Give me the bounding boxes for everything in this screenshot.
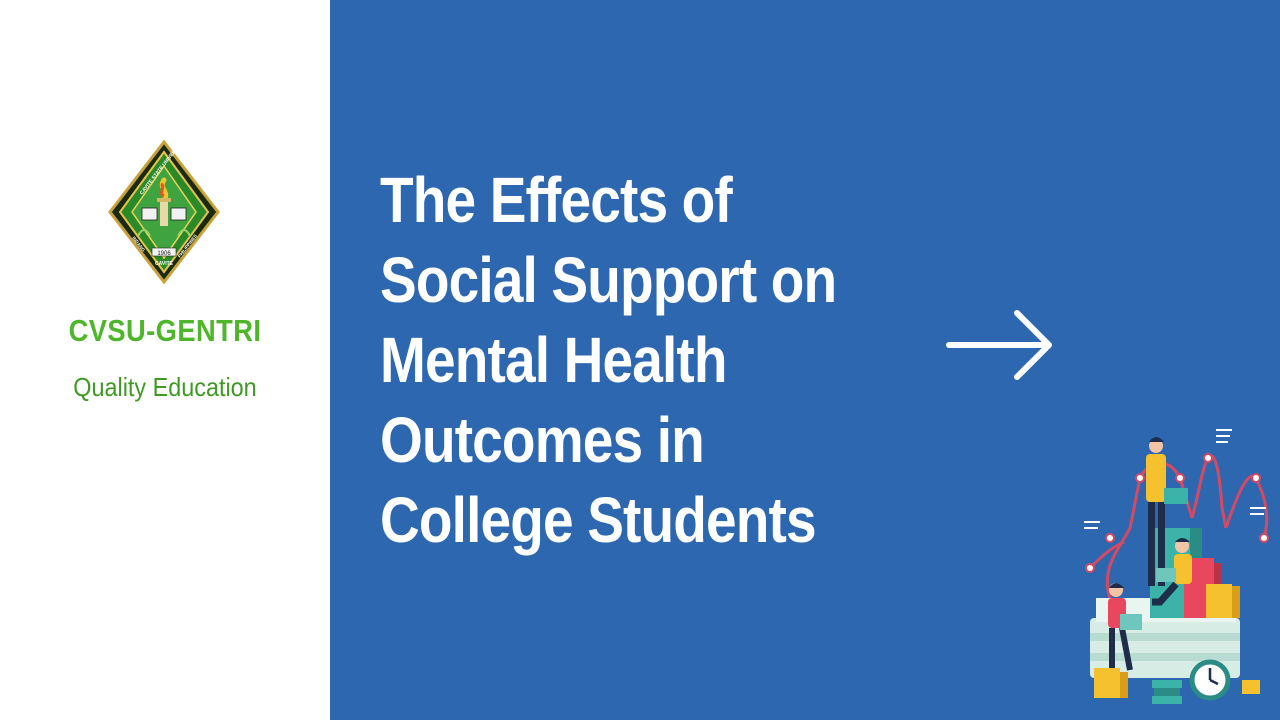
brand-name: CVSU-GENTRI — [68, 313, 262, 348]
brand-tagline: Quality Education — [73, 372, 257, 402]
title-line: Mental Health — [380, 324, 727, 396]
title-line: Social Support on — [380, 244, 837, 316]
logo-cavite-label: CAVITE — [155, 261, 174, 267]
slide-title: The Effects of Social Support on Mental … — [380, 160, 837, 560]
title-line: The Effects of — [380, 164, 733, 236]
logo-year: 1906 — [157, 251, 171, 257]
title-line: College Students — [380, 484, 817, 556]
title-panel: The Effects of Social Support on Mental … — [330, 0, 1280, 720]
title-line: Outcomes in — [380, 404, 705, 476]
brand-panel: 1906 CAVITE CAVITE STATE UNIVERSITY INDA… — [0, 0, 330, 720]
students-with-laptops-and-charts-illustration — [1084, 429, 1269, 704]
cvsu-seal-icon: 1906 CAVITE CAVITE STATE UNIVERSITY INDA… — [108, 140, 220, 284]
right-arrow-icon[interactable] — [945, 305, 1055, 385]
